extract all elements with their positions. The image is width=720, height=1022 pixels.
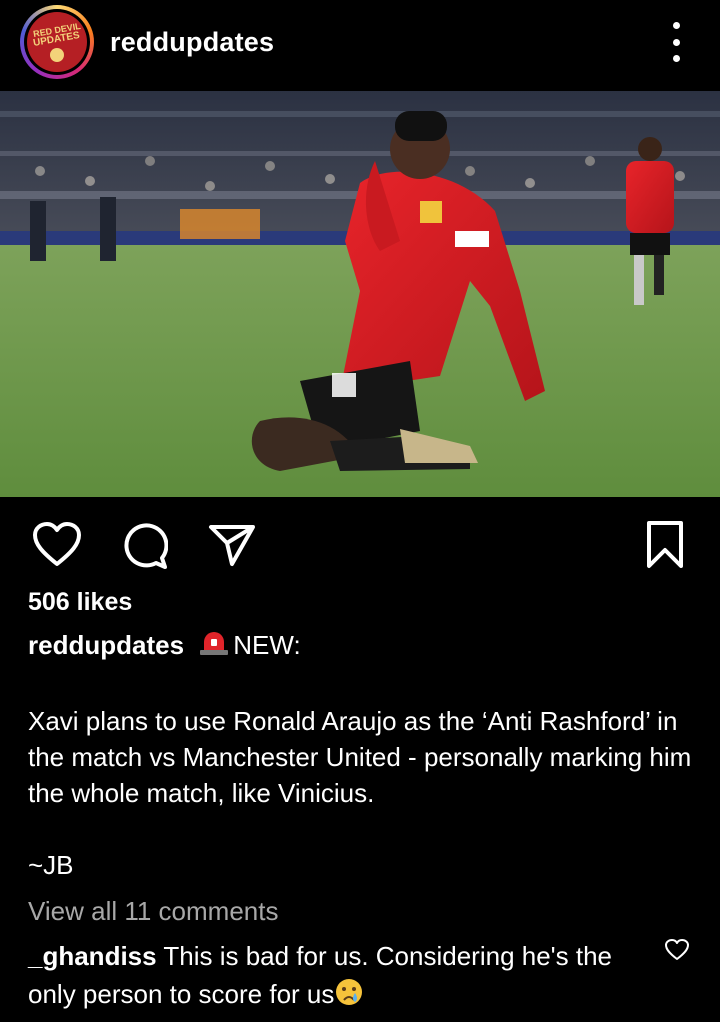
- crying-face-emoji-icon: [336, 979, 363, 1005]
- siren-emoji-icon: [200, 632, 229, 655]
- caption-username[interactable]: reddupdates: [28, 630, 184, 660]
- comment-heart-icon[interactable]: [664, 938, 690, 962]
- football-photo: [0, 91, 720, 497]
- post-image[interactable]: [0, 91, 720, 497]
- bookmark-icon[interactable]: [646, 520, 684, 570]
- comment-username[interactable]: _ghandiss: [28, 941, 157, 971]
- caption-header: reddupdates NEW:: [28, 630, 301, 661]
- action-bar: [0, 510, 720, 580]
- avatar-logo: RED DEVIL UPDATES: [27, 12, 87, 72]
- more-vertical-icon[interactable]: [664, 22, 688, 62]
- post-header: RED DEVIL UPDATES reddupdates: [0, 0, 720, 90]
- caption-signature: ~JB: [28, 850, 74, 880]
- post-username[interactable]: reddupdates: [110, 27, 274, 58]
- view-all-comments-link[interactable]: View all 11 comments: [28, 896, 278, 927]
- heart-icon[interactable]: [32, 522, 82, 568]
- likes-count[interactable]: 506 likes: [28, 588, 132, 617]
- avatar-crest: [50, 48, 64, 62]
- comment-item: _ghandiss This is bad for us. Considerin…: [28, 937, 648, 1013]
- profile-avatar[interactable]: RED DEVIL UPDATES: [20, 5, 94, 79]
- caption-tag: NEW:: [233, 630, 301, 660]
- caption-text: Xavi plans to use Ronald Araujo as the ‘…: [28, 706, 692, 808]
- comment-bubble-icon[interactable]: [120, 522, 168, 570]
- paper-plane-icon[interactable]: [208, 522, 256, 568]
